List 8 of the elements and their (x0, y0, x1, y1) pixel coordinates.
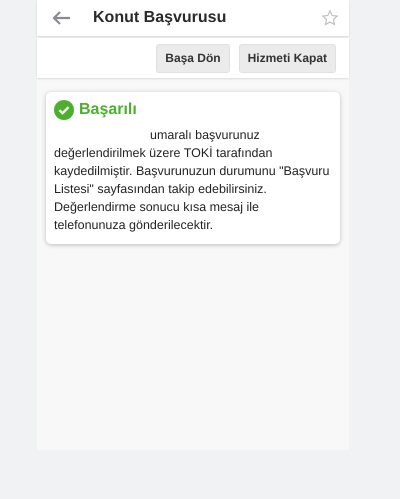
check-icon (54, 100, 74, 120)
back-arrow-icon[interactable] (51, 10, 71, 26)
toolbar-button[interactable]: Hizmeti Kapat (238, 44, 336, 72)
success-message: umaralı başvurunuz değerlendirilmek üzere TOKİ tarafından kaydedilmiştir. Başvurunuzun durumunu "Başvuru Listesi" sayfasından takip edebilirsiniz. Değerlendirme sonucu kısa mesaj ile telefonunuza gönderilecektir. (54, 127, 330, 234)
page-title: Konut Başvurusu (93, 9, 228, 27)
star-icon[interactable] (321, 9, 339, 27)
toolbar-button[interactable]: Başa Dön (156, 44, 230, 72)
success-title: Başarılı (79, 101, 137, 119)
